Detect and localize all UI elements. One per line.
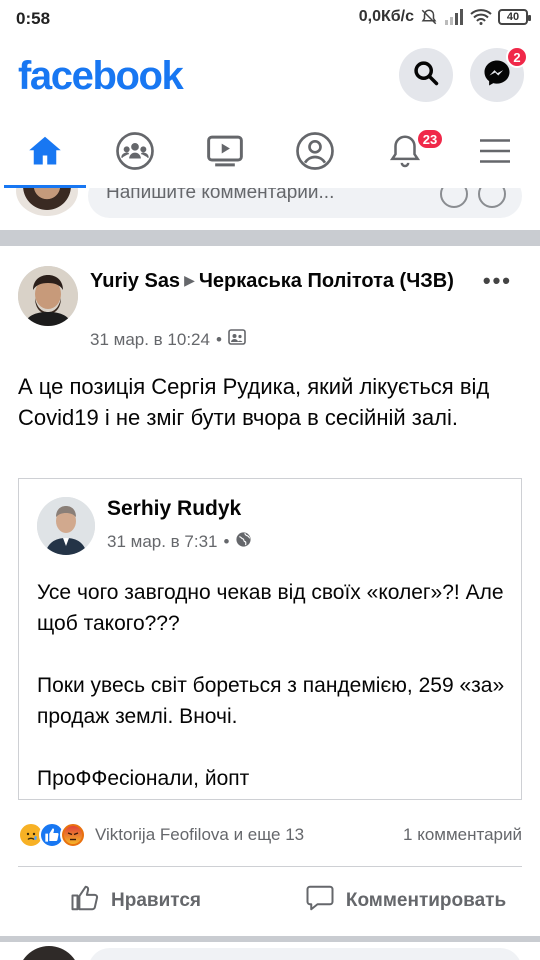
avatar: [18, 946, 80, 960]
menu-icon: [477, 136, 513, 171]
signal-icon: [444, 9, 464, 25]
reactions-summary[interactable]: Viktorija Feofilova и еще 13: [95, 825, 304, 845]
profile-icon: [295, 131, 335, 176]
comment-placeholder: Напишите комментарий...: [106, 188, 335, 203]
shared-paragraph: ПроФФесіонали, йопт: [37, 767, 250, 790]
nav-tabs: 23: [0, 118, 540, 188]
camera-icon[interactable]: [440, 188, 468, 208]
comment-input-icons: [440, 188, 506, 208]
notifications-badge: 23: [416, 128, 444, 150]
messenger-badge: 2: [506, 46, 528, 68]
messenger-button[interactable]: 2: [470, 46, 528, 102]
shared-meta: 31 мар. в 7:31 •: [107, 531, 252, 553]
shared-text: Усе чого завгодно чекав від своїх «колег…: [37, 577, 507, 825]
comment-button[interactable]: Комментировать: [270, 876, 540, 926]
post-header: Yuriy Sas ▶ Черкаська Політота (ЧЗВ): [90, 266, 480, 296]
facebook-logo[interactable]: facebook: [18, 54, 184, 99]
post-group[interactable]: Черкаська Політота (ЧЗВ): [199, 270, 454, 292]
like-label: Нравится: [111, 890, 201, 911]
tab-home[interactable]: [0, 118, 90, 188]
shared-author-avatar[interactable]: [37, 497, 95, 555]
more-options-button[interactable]: •••: [483, 268, 512, 294]
divider: [18, 866, 522, 867]
feed-separator: [0, 230, 540, 246]
post-author[interactable]: Yuriy Sas: [90, 270, 180, 292]
tab-menu[interactable]: [450, 118, 540, 188]
tab-watch[interactable]: [180, 118, 270, 188]
angry-reaction-icon: [60, 822, 86, 848]
dot-separator: •: [223, 532, 230, 551]
author-avatar[interactable]: [18, 266, 78, 326]
comment-input[interactable]: Напишите комментарий...: [88, 188, 522, 218]
battery-icon: 40: [498, 9, 531, 25]
shared-timestamp[interactable]: 31 мар. в 7:31: [107, 532, 218, 552]
status-bar: 0:58 0,0Кб/с 40: [0, 0, 540, 38]
shared-post[interactable]: Serhiy Rudyk 31 мар. в 7:31 • Усе чого з…: [18, 478, 522, 800]
tab-groups[interactable]: [90, 118, 180, 188]
globe-icon: [235, 531, 252, 553]
app-header: facebook 2: [0, 38, 540, 118]
reactions-row: Viktorija Feofilova и еще 13 1 комментар…: [18, 820, 522, 850]
status-icons: 0,0Кб/с 40: [358, 8, 531, 26]
post-timestamp[interactable]: 31 мар. в 10:24: [90, 330, 210, 350]
groups-icon: [115, 131, 155, 176]
shared-paragraph: Поки увесь світ бореться з пандемією, 25…: [37, 674, 505, 728]
network-speed: 0,0Кб/с: [358, 8, 414, 25]
arrow-right-icon: ▶: [184, 272, 195, 288]
tab-profile[interactable]: [270, 118, 360, 188]
tab-notifications[interactable]: 23: [360, 118, 450, 188]
group-privacy-icon: [228, 329, 246, 350]
previous-comment-row: Напишите комментарий...: [0, 188, 540, 230]
wifi-icon: [470, 9, 492, 25]
emoji-icon[interactable]: [478, 188, 506, 208]
dot-separator: •: [215, 329, 222, 349]
shared-paragraph: Усе чого завгодно чекав від своїх «колег…: [37, 581, 504, 635]
comments-count[interactable]: 1 комментарий: [403, 825, 522, 845]
post-text: А це позиція Сергія Рудика, який лікуєть…: [18, 374, 490, 430]
reaction-icons[interactable]: [18, 822, 86, 848]
thumbs-up-icon: [69, 883, 101, 919]
feed-post: Yuriy Sas ▶ Черкаська Політота (ЧЗВ) ••• 3…: [0, 246, 540, 936]
avatar: [16, 188, 78, 216]
mute-icon: [420, 8, 438, 26]
search-icon: [412, 59, 440, 92]
watch-icon: [205, 133, 245, 174]
home-icon: [26, 133, 64, 174]
comment-input[interactable]: [88, 948, 522, 960]
post-actions: Нравится Комментировать: [0, 876, 540, 926]
feed-separator: [0, 936, 540, 942]
shared-author-name[interactable]: Serhiy Rudyk: [107, 497, 241, 521]
status-time: 0:58: [16, 9, 51, 28]
comment-icon: [304, 883, 336, 919]
search-button[interactable]: [399, 48, 453, 102]
comment-label: Комментировать: [345, 890, 507, 911]
like-button[interactable]: Нравится: [0, 876, 270, 926]
post-meta: 31 мар. в 10:24 •: [90, 329, 246, 350]
